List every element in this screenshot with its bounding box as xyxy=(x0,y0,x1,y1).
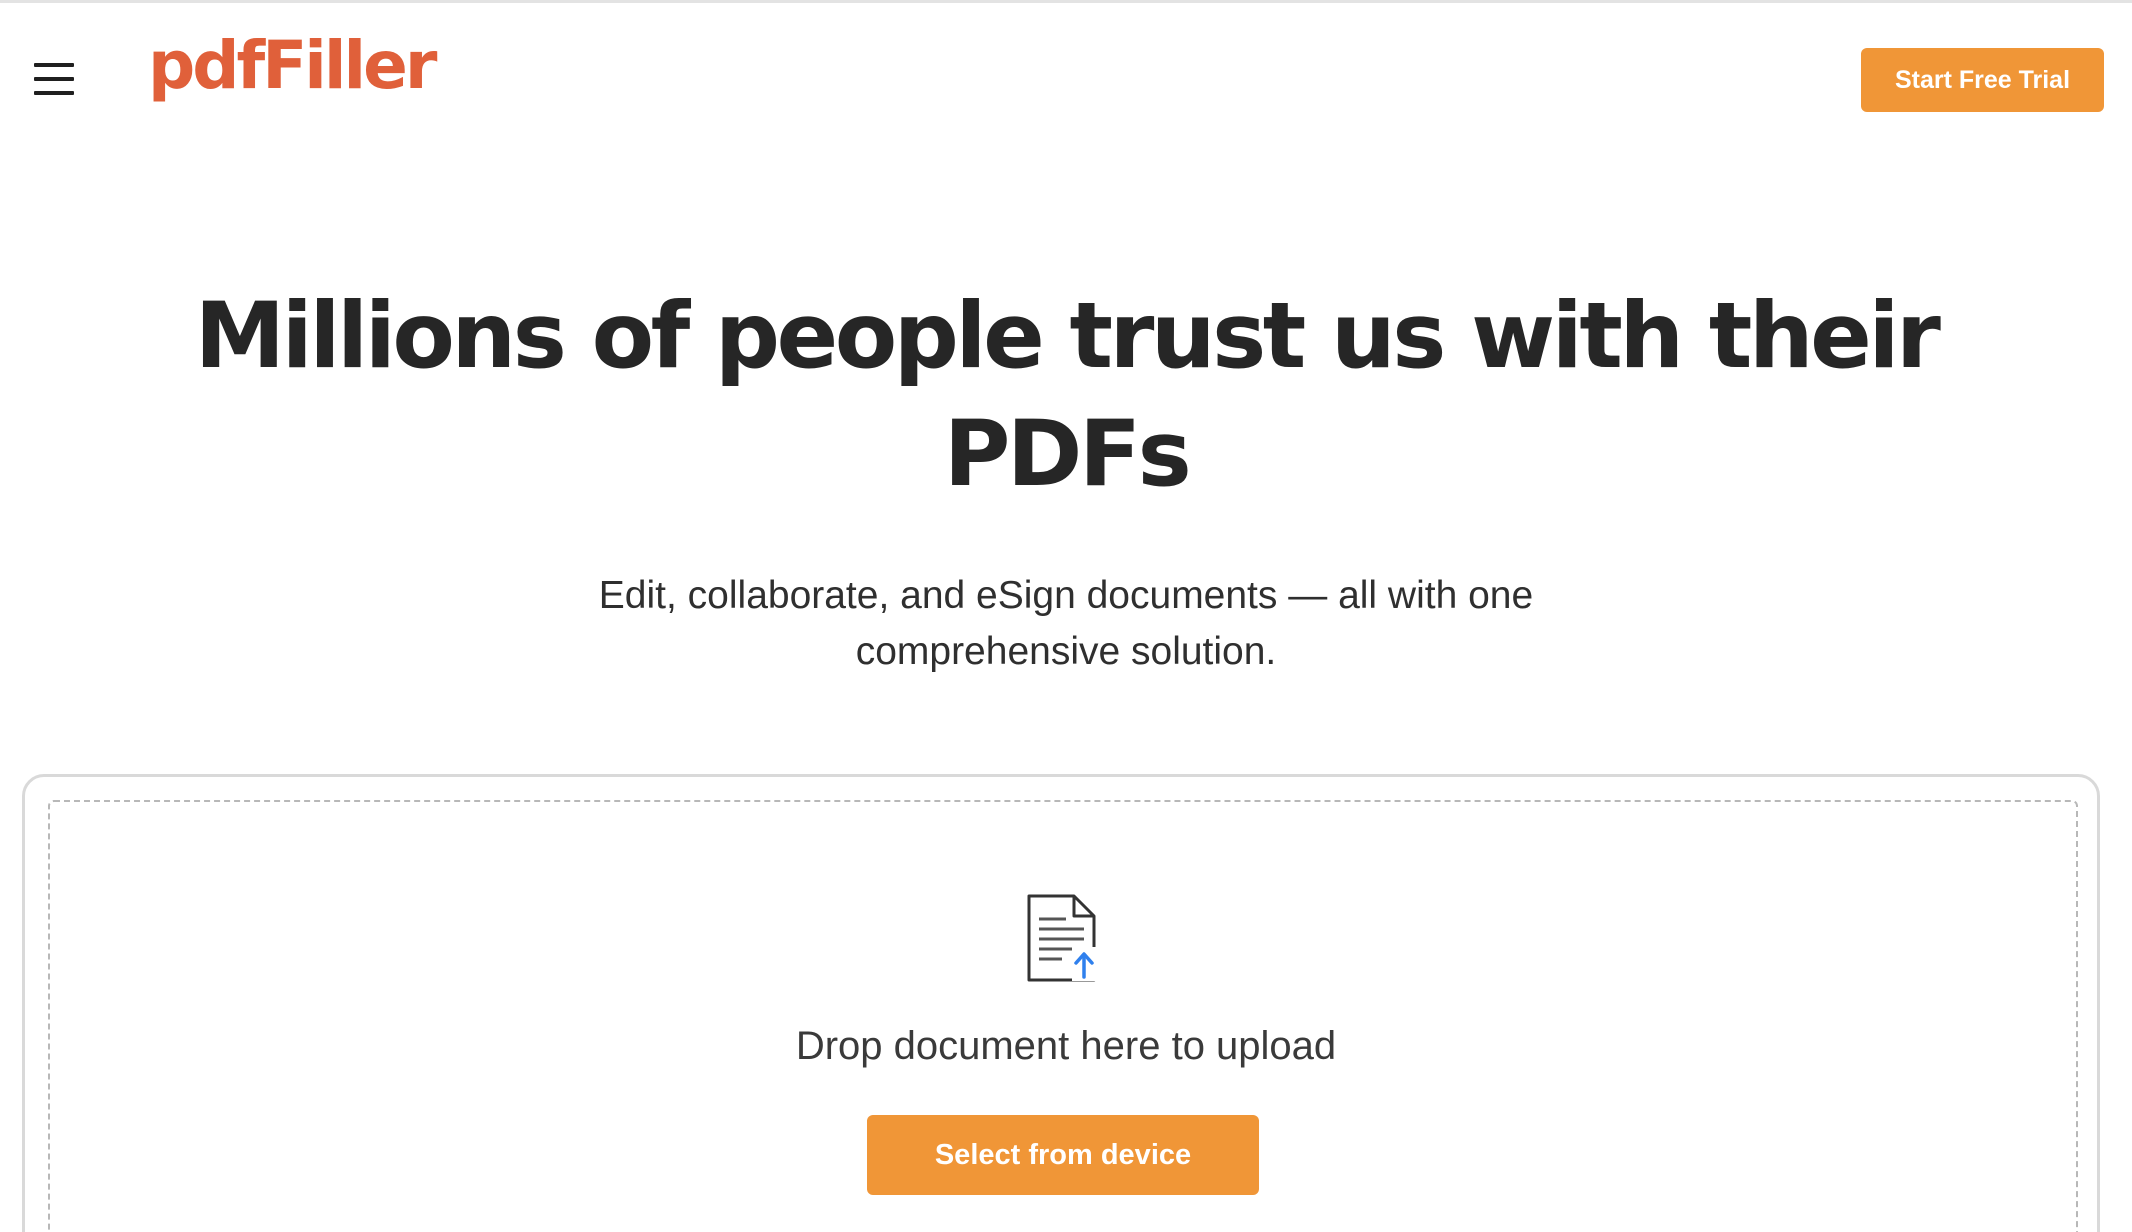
hero-title: Millions of people trust us with their P… xyxy=(194,284,1941,507)
menu-bar-middle xyxy=(34,77,74,81)
page: pdfFiller Start Free Trial Millions of p… xyxy=(0,0,2132,1232)
site-header: pdfFiller Start Free Trial xyxy=(0,3,2132,160)
hamburger-menu-icon[interactable] xyxy=(28,57,76,101)
start-free-trial-button[interactable]: Start Free Trial xyxy=(1861,48,2104,112)
drop-document-text: Drop document here to upload xyxy=(795,1024,1337,1068)
pdffiller-logo[interactable]: pdfFiller xyxy=(148,33,437,99)
document-upload-icon xyxy=(1027,894,1096,982)
select-from-device-button[interactable]: Select from device xyxy=(867,1115,1259,1195)
hero-subtitle: Edit, collaborate, and eSign documents —… xyxy=(598,574,1534,673)
menu-bar-bottom xyxy=(34,91,74,95)
menu-bar-top xyxy=(34,63,74,67)
